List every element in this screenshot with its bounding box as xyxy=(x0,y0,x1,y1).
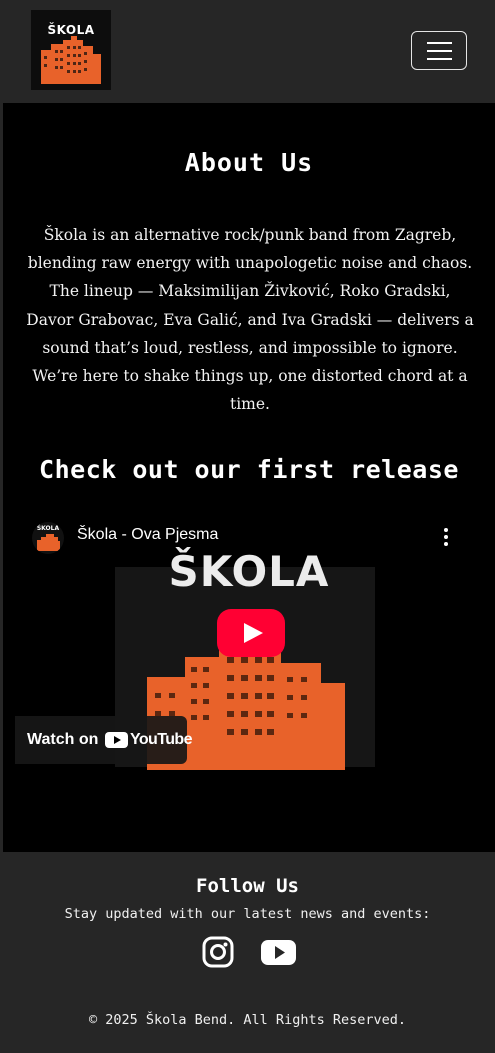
about-text: Škola is an alternative rock/punk band f… xyxy=(26,226,474,414)
copyright-text: © 2025 Škola Bend. All Rights Reserved. xyxy=(89,1012,406,1028)
follow-title: Follow Us xyxy=(196,875,299,897)
youtube-wordmark: YouTube xyxy=(130,731,192,748)
watch-on-label: Watch on xyxy=(27,731,99,748)
navbar: ŠKOLA xyxy=(0,0,495,103)
more-vert-icon[interactable] xyxy=(441,528,451,548)
logo-building-art xyxy=(41,36,101,84)
follow-subtitle: Stay updated with our latest news and ev… xyxy=(64,906,431,922)
youtube-embed[interactable]: ŠKOLA Škola - Ova Pjesma ŠKOLA Watch on … xyxy=(15,517,483,770)
video-title[interactable]: Škola - Ova Pjesma xyxy=(77,526,218,544)
band-logo[interactable]: ŠKOLA xyxy=(31,10,111,90)
logo-text: ŠKOLA xyxy=(47,23,95,37)
main-content: About Us Škola is an alternative rock/pu… xyxy=(3,103,495,852)
release-title: Check out our first release xyxy=(39,455,459,484)
instagram-icon[interactable] xyxy=(201,936,237,968)
youtube-icon[interactable] xyxy=(260,936,296,968)
footer: Follow Us Stay updated with our latest n… xyxy=(0,852,495,1053)
navbar-toggle-button[interactable] xyxy=(411,31,467,70)
video-cover-title: ŠKOLA xyxy=(168,547,330,596)
about-title: About Us xyxy=(184,148,314,177)
youtube-logo-icon: YouTube xyxy=(105,731,192,751)
watch-on-youtube-button[interactable]: Watch on YouTube xyxy=(15,716,192,764)
play-icon[interactable] xyxy=(217,609,285,657)
